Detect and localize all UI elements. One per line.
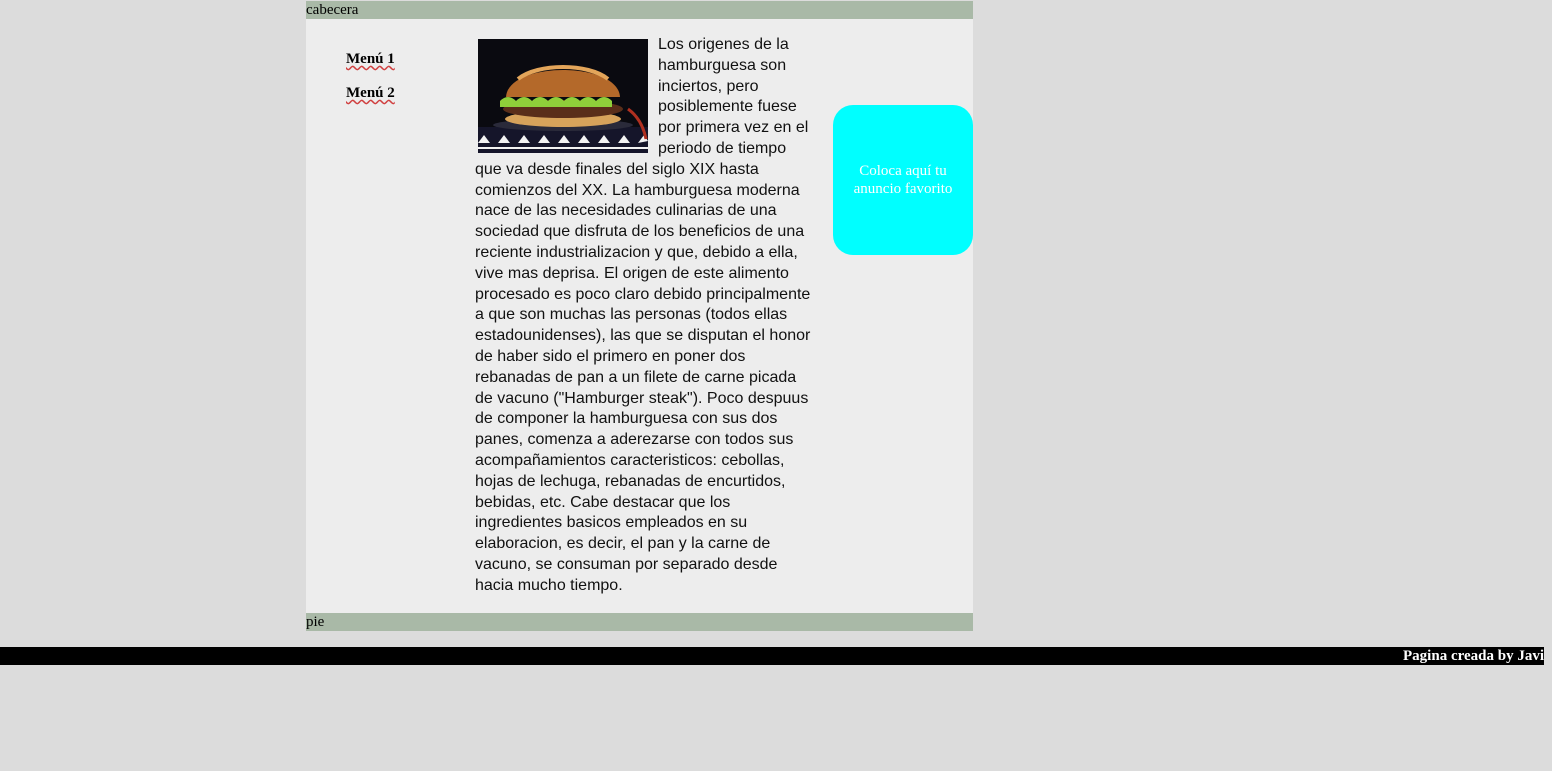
ad-box[interactable]: Coloca aquí tu anuncio favorito [833, 105, 973, 255]
side-menu: Menú 1 Menú 2 [346, 49, 395, 117]
content-area: Menú 1 Menú 2 Los origenes de la hamburg… [306, 19, 973, 613]
page-container: cabecera Menú 1 Menú 2 Los origenes de l… [306, 1, 973, 631]
ad-text: Coloca aquí tu anuncio favorito [853, 163, 953, 197]
menu-item-2[interactable]: Menú 2 [346, 83, 395, 103]
menu-item-1[interactable]: Menú 1 [346, 49, 395, 69]
credit-bar: Pagina creada by Javi [0, 647, 1544, 665]
article: Los origenes de la hamburguesa son incie… [475, 35, 815, 597]
footer-bar: pie [306, 613, 973, 631]
header-bar: cabecera [306, 1, 973, 19]
credit-text: Pagina creada by Javi [1403, 648, 1544, 664]
hamburger-image [478, 39, 648, 153]
